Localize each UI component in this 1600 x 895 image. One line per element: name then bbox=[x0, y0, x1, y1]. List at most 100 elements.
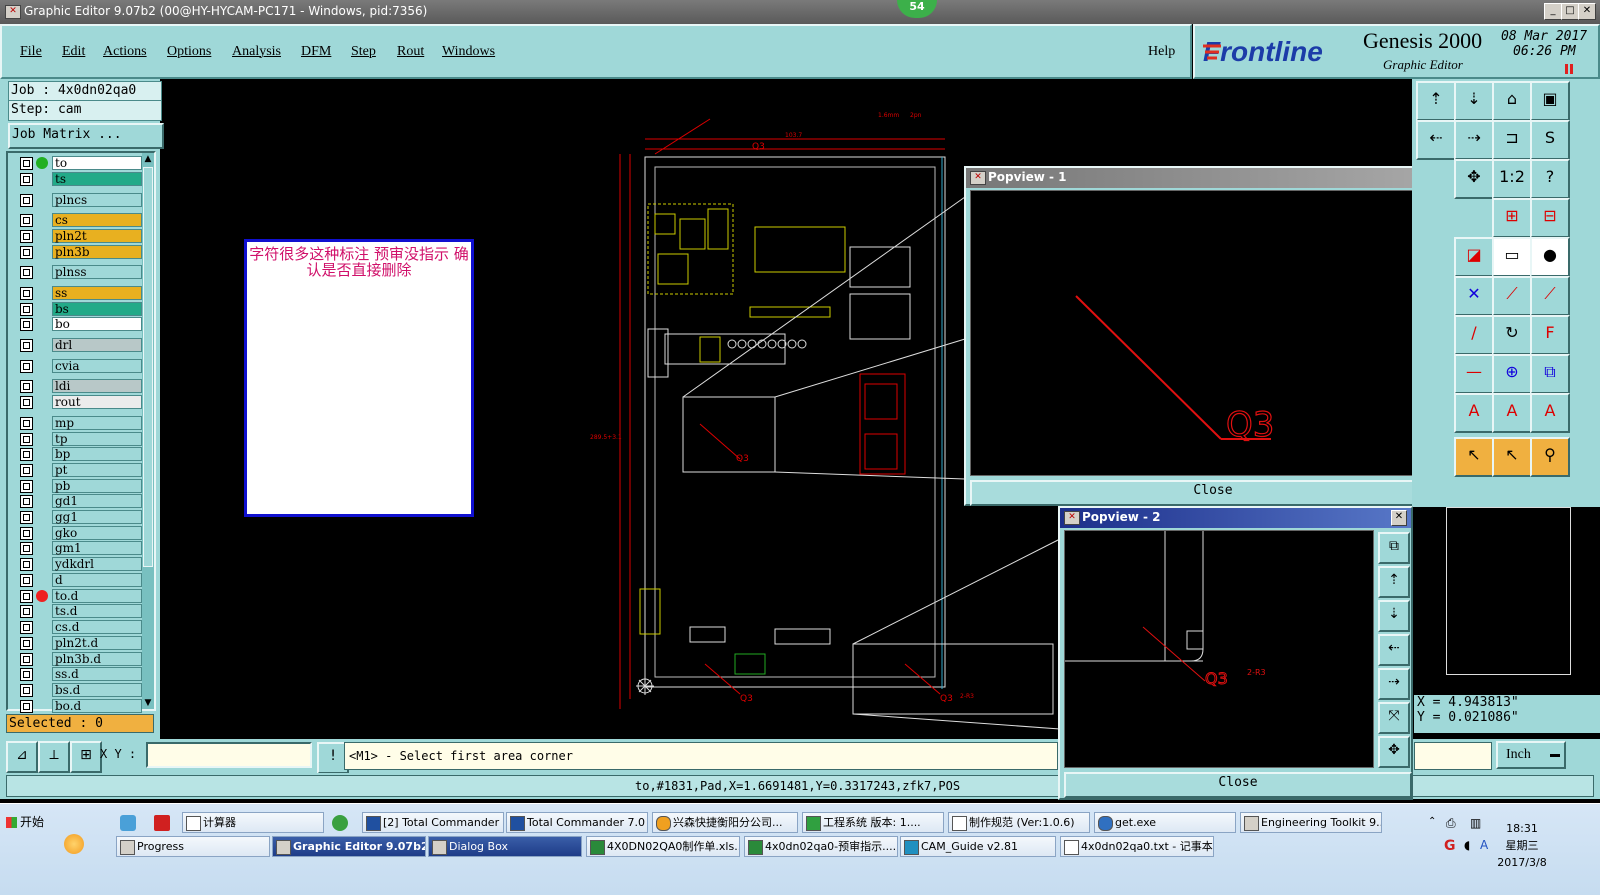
scroll-down-arrow-icon[interactable]: ▼ bbox=[142, 697, 154, 709]
ruler-icon[interactable]: ▭ bbox=[1492, 237, 1532, 277]
layer-visibility-checkbox[interactable] bbox=[20, 417, 33, 430]
text-icon[interactable]: F bbox=[1530, 315, 1570, 355]
layer-visibility-checkbox[interactable] bbox=[20, 318, 33, 331]
tray-g-icon[interactable]: G bbox=[1444, 838, 1456, 854]
tray-device-icon[interactable]: ⎙ bbox=[1446, 816, 1456, 831]
snap-center-icon[interactable]: ⊞ bbox=[70, 741, 102, 773]
layer-visibility-checkbox[interactable] bbox=[20, 668, 33, 681]
taskbar-item-engineering-system[interactable]: 工程系统 版本: 1.... bbox=[802, 812, 944, 833]
snap-c-icon[interactable]: A bbox=[1530, 393, 1570, 433]
layer-visibility-checkbox[interactable] bbox=[20, 214, 33, 227]
layer-row-ts[interactable]: ts bbox=[18, 172, 142, 187]
layer-row-pln2t[interactable]: pln2t bbox=[18, 229, 142, 244]
taskbar-item-excel[interactable]: 4X0DN02QA0制作单.xls... bbox=[586, 836, 740, 857]
taskbar-item-xingsen[interactable]: 兴森快捷衡阳分公司... bbox=[652, 812, 798, 833]
pad-icon[interactable]: ● bbox=[1530, 237, 1570, 277]
layer-name[interactable]: bs.d bbox=[52, 683, 142, 697]
menu-options[interactable]: Options bbox=[167, 44, 211, 60]
delete-feature-icon[interactable]: ✕ bbox=[1454, 276, 1494, 316]
layer-row-bs-d[interactable]: bs.d bbox=[18, 683, 142, 698]
layer-swap-icon[interactable]: ⊟ bbox=[1530, 198, 1570, 238]
layer-visibility-checkbox[interactable] bbox=[20, 637, 33, 650]
layer-row-pln3b-d[interactable]: pln3b.d bbox=[18, 652, 142, 667]
layer-name[interactable]: ss.d bbox=[52, 667, 142, 681]
layer-name[interactable]: pb bbox=[52, 479, 142, 493]
layer-visibility-checkbox[interactable] bbox=[20, 230, 33, 243]
layer-name[interactable]: ss bbox=[52, 286, 142, 300]
redraw-icon[interactable]: S bbox=[1530, 120, 1570, 160]
layer-row-pln2t-d[interactable]: pln2t.d bbox=[18, 636, 142, 651]
tray-volume-icon[interactable]: ◖ bbox=[1464, 838, 1470, 852]
layer-scrollbar[interactable]: ▲ ▼ bbox=[142, 153, 154, 709]
layer-visibility-checkbox[interactable] bbox=[20, 700, 33, 713]
popview-2-close-icon[interactable]: ✕ bbox=[1391, 510, 1407, 526]
layer-row-d[interactable]: d bbox=[18, 573, 142, 588]
layer-visibility-checkbox[interactable] bbox=[20, 246, 33, 259]
menu-edit[interactable]: Edit bbox=[62, 44, 85, 60]
taskbar-item-review[interactable]: 4x0dn02qa0-预审指示.... bbox=[744, 836, 898, 857]
copy-icon[interactable]: ⧉ bbox=[1530, 354, 1570, 394]
popview-1-titlebar[interactable]: ✕ Popview - 1 ✕ bbox=[966, 168, 1456, 188]
layer-row-rout[interactable]: rout bbox=[18, 395, 142, 410]
layer-visibility-checkbox[interactable] bbox=[20, 605, 33, 618]
select-icon[interactable]: ↖ bbox=[1492, 437, 1532, 477]
layer-visibility-checkbox[interactable] bbox=[20, 173, 33, 186]
layer-name[interactable]: pln3b bbox=[52, 245, 142, 259]
layer-visibility-checkbox[interactable] bbox=[20, 621, 33, 634]
layer-row-to[interactable]: to bbox=[18, 156, 142, 171]
select-area-icon[interactable]: ◪ bbox=[1454, 237, 1494, 277]
pan-right-icon[interactable]: ⇢ bbox=[1454, 120, 1494, 160]
tray-network-icon[interactable]: ▥ bbox=[1470, 816, 1481, 830]
layer-row-gg1[interactable]: gg1 bbox=[18, 510, 142, 525]
pan-up-icon[interactable]: ⇡ bbox=[1416, 81, 1456, 121]
pointer-icon[interactable]: ↖ bbox=[1454, 437, 1494, 477]
units-dropdown[interactable]: Inch ▬ bbox=[1496, 741, 1566, 769]
layer-row-bo[interactable]: bo bbox=[18, 317, 142, 332]
menu-analysis[interactable]: Analysis bbox=[232, 44, 281, 60]
layer-name[interactable]: pln3b.d bbox=[52, 652, 142, 666]
layer-visibility-checkbox[interactable] bbox=[20, 448, 33, 461]
layer-visibility-checkbox[interactable] bbox=[20, 495, 33, 508]
popview-1-canvas[interactable]: Q3 bbox=[970, 190, 1418, 476]
layer-name[interactable]: plnss bbox=[52, 265, 142, 279]
layer-name[interactable]: tp bbox=[52, 432, 142, 446]
layer-row-cs[interactable]: cs bbox=[18, 213, 142, 228]
layer-visibility-checkbox[interactable] bbox=[20, 590, 33, 603]
layer-name[interactable]: gko bbox=[52, 526, 142, 540]
taskbar-item-toolkit[interactable]: Engineering Toolkit 9.... bbox=[1240, 812, 1382, 833]
layer-compare-icon[interactable]: ⊞ bbox=[1492, 198, 1532, 238]
layer-row-ydkdrl[interactable]: ydkdrl bbox=[18, 557, 142, 572]
popview-down-icon[interactable]: ⇣ bbox=[1378, 600, 1410, 632]
layer-visibility-checkbox[interactable] bbox=[20, 542, 33, 555]
layer-visibility-checkbox[interactable] bbox=[20, 433, 33, 446]
layer-visibility-checkbox[interactable] bbox=[20, 480, 33, 493]
layer-row-bs[interactable]: bs bbox=[18, 302, 142, 317]
layer-row-bo-d[interactable]: bo.d bbox=[18, 699, 142, 714]
menu-file[interactable]: File bbox=[20, 44, 42, 60]
layer-visibility-checkbox[interactable] bbox=[20, 396, 33, 409]
menu-help[interactable]: Help bbox=[1148, 44, 1175, 60]
pan-left-icon[interactable]: ⇠ bbox=[1416, 120, 1456, 160]
taskbar-item-total-commander[interactable]: Total Commander 7.0 ... bbox=[506, 812, 648, 833]
job-matrix-button[interactable]: Job Matrix ... bbox=[8, 123, 164, 149]
ie-icon[interactable] bbox=[332, 815, 348, 831]
layer-name[interactable]: to bbox=[52, 156, 142, 170]
app-launcher-icon[interactable] bbox=[64, 834, 84, 854]
layer-row-ldi[interactable]: ldi bbox=[18, 379, 142, 394]
popview-1-close-button[interactable]: Close bbox=[970, 480, 1456, 506]
taskbar-item-progress[interactable]: Progress bbox=[116, 836, 270, 857]
taskbar-item-get-exe[interactable]: get.exe bbox=[1094, 812, 1236, 833]
layer-row-mp[interactable]: mp bbox=[18, 416, 142, 431]
popview-2-close-button[interactable]: Close bbox=[1064, 772, 1412, 798]
connect-icon[interactable]: ⚲ bbox=[1530, 437, 1570, 477]
home-icon[interactable]: ⌂ bbox=[1492, 81, 1532, 121]
mirror-icon[interactable]: ⊐ bbox=[1492, 120, 1532, 160]
layer-name[interactable]: gm1 bbox=[52, 541, 142, 555]
draw-line-icon[interactable]: / bbox=[1454, 315, 1494, 355]
minus-icon[interactable]: — bbox=[1454, 354, 1494, 394]
layer-name[interactable]: pln2t.d bbox=[52, 636, 142, 650]
layer-row-pb[interactable]: pb bbox=[18, 479, 142, 494]
layer-name[interactable]: to.d bbox=[52, 589, 142, 603]
layer-name[interactable]: d bbox=[52, 573, 142, 587]
layer-name[interactable]: drl bbox=[52, 338, 142, 352]
